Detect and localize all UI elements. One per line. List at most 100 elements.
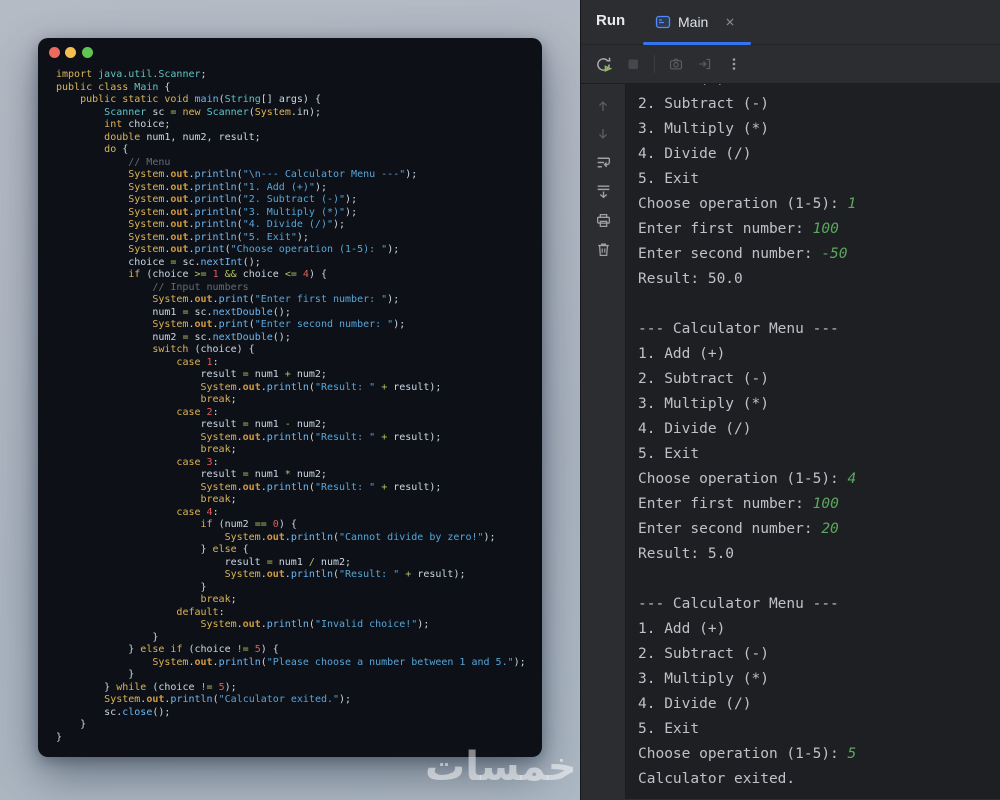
code-line: double num1, num2, result;	[56, 132, 532, 145]
down-arrow-icon[interactable]	[595, 126, 611, 142]
code-line: System.out.println("4. Divide (/)");	[56, 219, 532, 232]
console-tab-icon	[655, 14, 671, 30]
console-line: --- Calculator Menu ---	[638, 317, 1000, 342]
code-line: System.out.print("Enter first number: ")…	[56, 294, 532, 307]
code-area[interactable]: import java.util.Scanner;public class Ma…	[38, 64, 542, 754]
code-line: choice = sc.nextInt();	[56, 257, 532, 270]
code-line: // Menu	[56, 157, 532, 170]
code-line: }	[56, 582, 532, 595]
code-line: result = num1 * num2;	[56, 469, 532, 482]
more-options-icon[interactable]	[726, 56, 742, 72]
console-line: Result: 50.0	[638, 267, 1000, 292]
user-input-value: -50	[821, 246, 847, 262]
code-line: } else {	[56, 544, 532, 557]
code-line: } while (choice != 5);	[56, 682, 532, 695]
console-line: 1. Add (+)	[638, 342, 1000, 367]
attach-icon[interactable]	[697, 56, 713, 72]
stop-icon[interactable]	[625, 56, 641, 72]
user-input-value: 1	[848, 196, 857, 212]
close-window-button[interactable]	[49, 47, 60, 58]
console-line: 4. Divide (/)	[638, 142, 1000, 167]
code-line: System.out.println("Please choose a numb…	[56, 657, 532, 670]
code-line: result = num1 - num2;	[56, 419, 532, 432]
minimize-window-button[interactable]	[65, 47, 76, 58]
user-input-value: 100	[813, 496, 839, 512]
code-line: }	[56, 669, 532, 682]
console-line: Enter second number: -50	[638, 242, 1000, 267]
code-line: break;	[56, 394, 532, 407]
console-line	[638, 567, 1000, 592]
code-line: System.out.println("3. Multiply (*)");	[56, 207, 532, 220]
scroll-to-end-icon[interactable]	[595, 183, 612, 200]
code-line: }	[56, 719, 532, 732]
toolbar-separator	[654, 55, 655, 73]
console-line: Calculator exited.	[638, 767, 1000, 792]
console-line: Choose operation (1-5): 5	[638, 742, 1000, 767]
code-line: if (choice >= 1 && choice <= 4) {	[56, 269, 532, 282]
console-line: 1. Add (+)	[638, 84, 1000, 92]
code-line: break;	[56, 494, 532, 507]
up-arrow-icon[interactable]	[595, 98, 611, 114]
console-line	[638, 292, 1000, 317]
panel-title: Run	[596, 12, 625, 29]
code-line: break;	[56, 444, 532, 457]
code-line: result = num1 + num2;	[56, 369, 532, 382]
code-line: sc.close();	[56, 707, 532, 720]
user-input-value: 100	[813, 221, 839, 237]
console-line: 3. Multiply (*)	[638, 392, 1000, 417]
code-line: break;	[56, 594, 532, 607]
console-line: 5. Exit	[638, 442, 1000, 467]
rerun-icon[interactable]	[595, 56, 612, 73]
code-line: System.out.println("5. Exit");	[56, 232, 532, 245]
console-line: 5. Exit	[638, 717, 1000, 742]
clear-console-icon[interactable]	[595, 241, 612, 258]
code-line: public class Main {	[56, 82, 532, 95]
code-line: result = num1 / num2;	[56, 557, 532, 570]
soft-wrap-icon[interactable]	[595, 154, 612, 171]
code-line: // Input numbers	[56, 282, 532, 295]
user-input-value: 5	[848, 746, 857, 762]
console-line: Choose operation (1-5): 4	[638, 467, 1000, 492]
code-line: System.out.print("Enter second number: "…	[56, 319, 532, 332]
zoom-window-button[interactable]	[82, 47, 93, 58]
code-line: case 1:	[56, 357, 532, 370]
console-line: 2. Subtract (-)	[638, 92, 1000, 117]
desktop-background: import java.util.Scanner;public class Ma…	[0, 0, 1000, 800]
console-line: Enter first number: 100	[638, 217, 1000, 242]
camera-icon[interactable]	[668, 56, 684, 72]
window-titlebar	[38, 38, 542, 64]
code-line: System.out.print("Choose operation (1-5)…	[56, 244, 532, 257]
console-line: 4. Divide (/)	[638, 417, 1000, 442]
console-line: Choose operation (1-5): 1	[638, 192, 1000, 217]
code-line: System.out.println("\n--- Calculator Men…	[56, 169, 532, 182]
console-line: --- Calculator Menu ---	[638, 592, 1000, 617]
console-line: Result: 5.0	[638, 542, 1000, 567]
print-icon[interactable]	[595, 212, 612, 229]
code-line: switch (choice) {	[56, 344, 532, 357]
console-line: 2. Subtract (-)	[638, 367, 1000, 392]
console-line: Enter second number: 20	[638, 517, 1000, 542]
code-line: System.out.println("Cannot divide by zer…	[56, 532, 532, 545]
code-line: num1 = sc.nextDouble();	[56, 307, 532, 320]
tab-label: Main	[678, 14, 708, 30]
console-text: 1. Add (+)2. Subtract (-)3. Multiply (*)…	[638, 84, 1000, 792]
user-input-value: 4	[848, 471, 857, 487]
console-line: 4. Divide (/)	[638, 692, 1000, 717]
code-line: System.out.println("2. Subtract (-)");	[56, 194, 532, 207]
console-line: 2. Subtract (-)	[638, 642, 1000, 667]
close-tab-icon[interactable]	[723, 15, 737, 29]
code-line: num2 = sc.nextDouble();	[56, 332, 532, 345]
code-editor-window: import java.util.Scanner;public class Ma…	[38, 38, 542, 757]
console-gutter	[581, 84, 626, 799]
console-line: 1. Add (+)	[638, 617, 1000, 642]
run-panel-body: 1. Add (+)2. Subtract (-)3. Multiply (*)…	[581, 84, 1000, 799]
tab-main[interactable]: Main	[643, 0, 751, 44]
run-tool-window: Run Main	[580, 0, 1000, 800]
code-line: }	[56, 632, 532, 645]
code-line: System.out.println("Result: " + result);	[56, 569, 532, 582]
console-output[interactable]: 1. Add (+)2. Subtract (-)3. Multiply (*)…	[626, 84, 1000, 799]
code-line: } else if (choice != 5) {	[56, 644, 532, 657]
code-line: }	[56, 732, 532, 745]
code-line: System.out.println("Invalid choice!");	[56, 619, 532, 632]
code-line: System.out.println("1. Add (+)");	[56, 182, 532, 195]
